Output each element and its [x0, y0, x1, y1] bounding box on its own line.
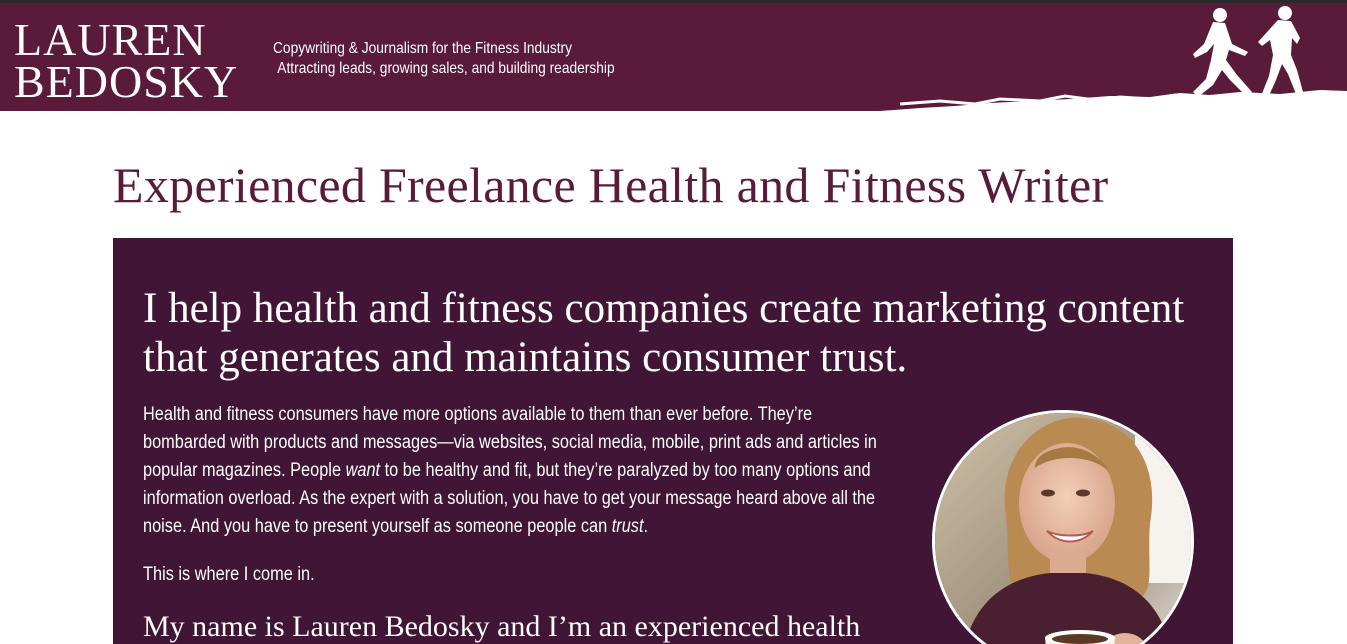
hero-headline: I help health and fitness companies crea… [143, 285, 1185, 381]
site-tagline: Copywriting & Journalism for the Fitness… [273, 39, 615, 79]
intro-line: This is where I come in. [143, 564, 315, 585]
page-title: Experienced Freelance Health and Fitness… [113, 157, 1109, 213]
runners-silhouette-icon [880, 6, 1347, 130]
logo-line-last: BEDOSKY [14, 56, 239, 107]
site-logo-link[interactable]: LAUREN BEDOSKY [14, 14, 239, 107]
logo-line-first: LAUREN [14, 14, 207, 65]
author-portrait-photo [932, 410, 1194, 644]
intro-paragraph: Health and fitness consumers have more o… [143, 401, 891, 541]
subheading: My name is Lauren Bedosky and I’m an exp… [143, 610, 861, 643]
intro-panel: I help health and fitness companies crea… [113, 238, 1233, 644]
tagline-line-2: Attracting leads, growing sales, and bui… [277, 60, 615, 77]
tagline-line-1: Copywriting & Journalism for the Fitness… [273, 40, 573, 57]
emphasis-want: want [345, 460, 381, 481]
intro-text-3: . [643, 516, 649, 537]
emphasis-trust: trust [611, 516, 644, 537]
